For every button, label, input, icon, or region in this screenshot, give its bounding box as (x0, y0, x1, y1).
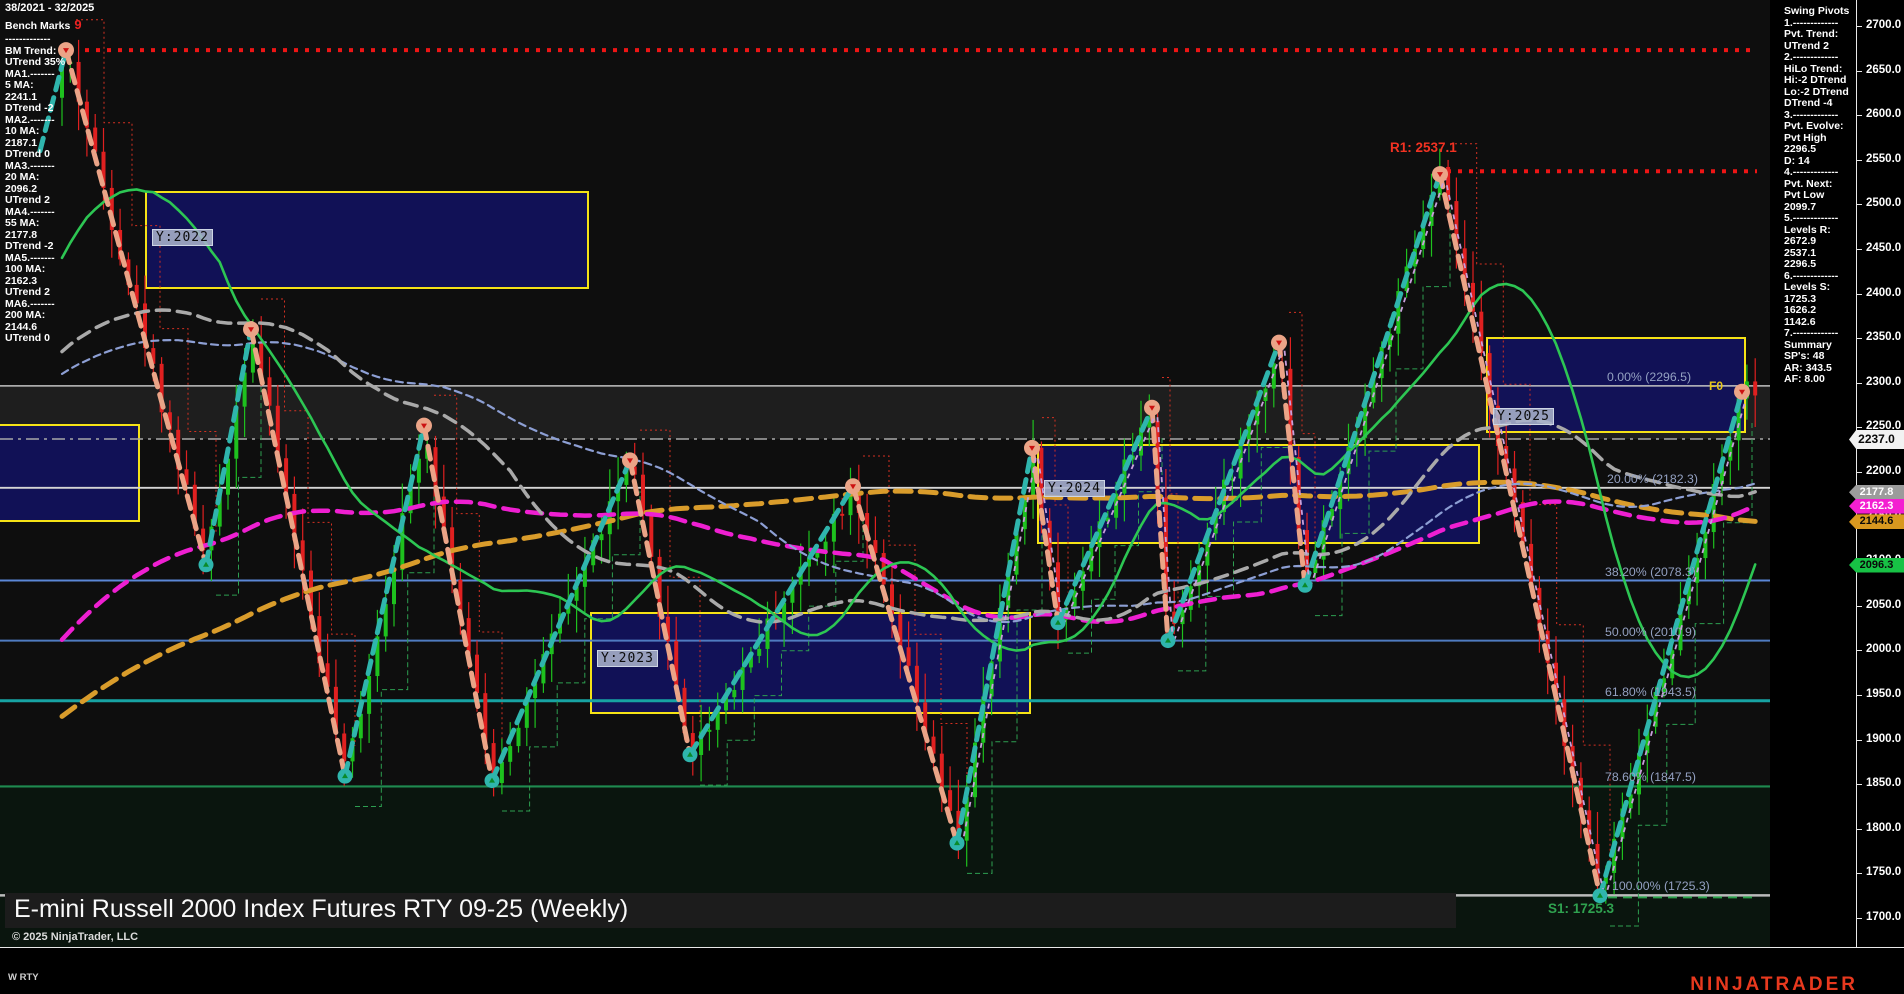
ninjatrader-chart-window: 38/2021 - 32/2025 Bench Marks 9 ---------… (0, 0, 1904, 994)
year-range-box[interactable] (1037, 444, 1480, 544)
chart-canvas[interactable] (0, 0, 1904, 994)
background-band (0, 786, 1770, 948)
year-range-box[interactable] (145, 191, 589, 289)
year-range-box[interactable] (1486, 337, 1746, 433)
year-range-box[interactable] (590, 612, 1031, 714)
